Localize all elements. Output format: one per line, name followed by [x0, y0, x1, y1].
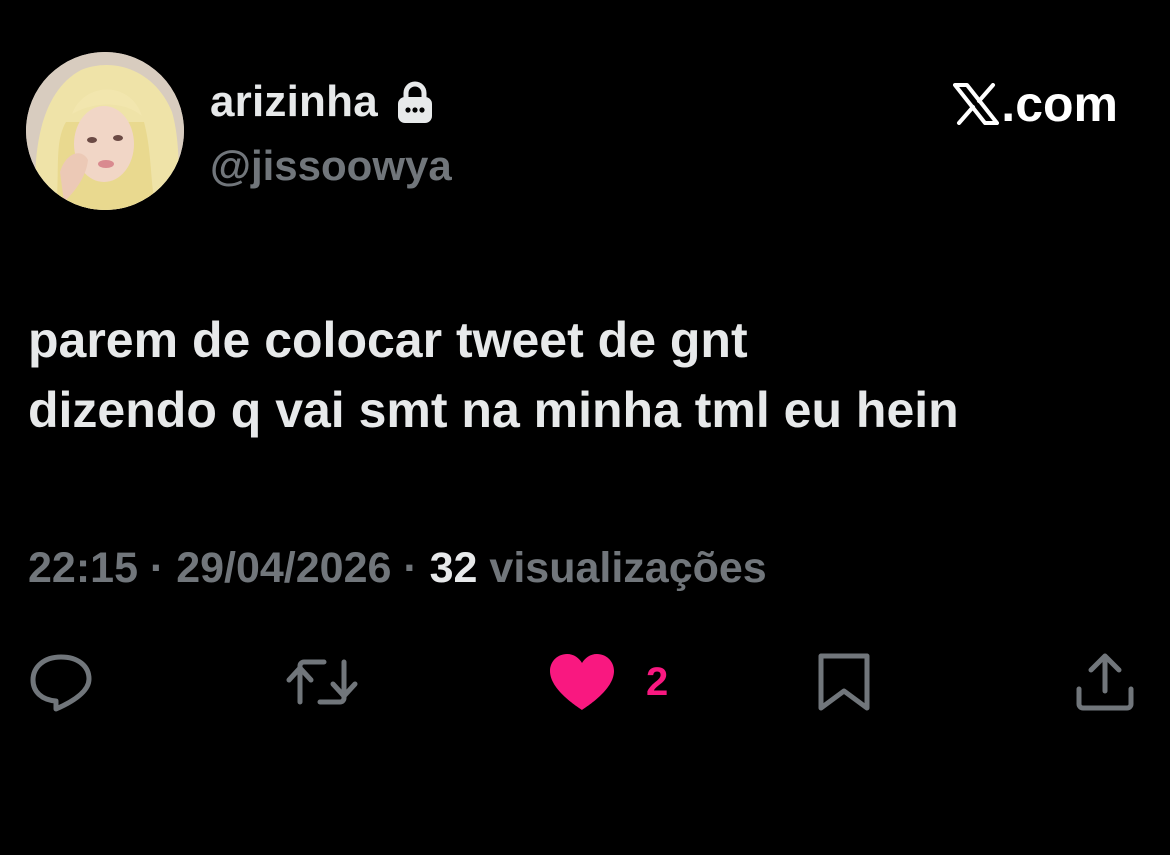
avatar[interactable] [26, 52, 184, 210]
user-handle[interactable]: @jissoowya [210, 142, 452, 190]
display-name[interactable]: arizinha [210, 77, 378, 127]
tweet-line: parem de colocar tweet de gnt [28, 312, 748, 368]
reply-button[interactable] [28, 650, 94, 714]
tweet-actions-bar: 2 [0, 650, 1170, 714]
bookmark-button[interactable] [816, 650, 872, 714]
user-name-row: arizinha [210, 74, 434, 130]
tweet-time[interactable]: 22:15 [28, 544, 138, 592]
share-button[interactable] [1074, 650, 1136, 714]
views-count[interactable]: 32 [430, 544, 478, 592]
brand-domain-text: .com [1001, 76, 1118, 132]
avatar-image [26, 52, 184, 210]
x-logo-icon [953, 83, 1000, 125]
brand-watermark: .com [953, 74, 1118, 134]
reply-icon [30, 654, 92, 712]
tweet-date[interactable]: 29/04/2026 [176, 544, 391, 592]
heart-icon [550, 654, 614, 710]
views-label[interactable]: visualizações [477, 544, 766, 592]
bookmark-icon [818, 653, 870, 711]
meta-separator: · [391, 544, 430, 592]
share-icon [1076, 653, 1134, 711]
like-count: 2 [646, 659, 669, 704]
meta-separator: · [137, 544, 177, 592]
tweet-text: parem de colocar tweet de gnt dizendo q … [28, 305, 1158, 445]
tweet-line: dizendo q vai smt na minha tml eu hein [28, 382, 959, 438]
like-button[interactable]: 2 [548, 650, 668, 714]
retweet-button[interactable] [286, 650, 358, 714]
tweet-meta: 22:15 · 29/04/2026 · 32 visualizações [28, 544, 767, 593]
retweet-icon [286, 659, 358, 705]
lock-icon [396, 80, 434, 124]
